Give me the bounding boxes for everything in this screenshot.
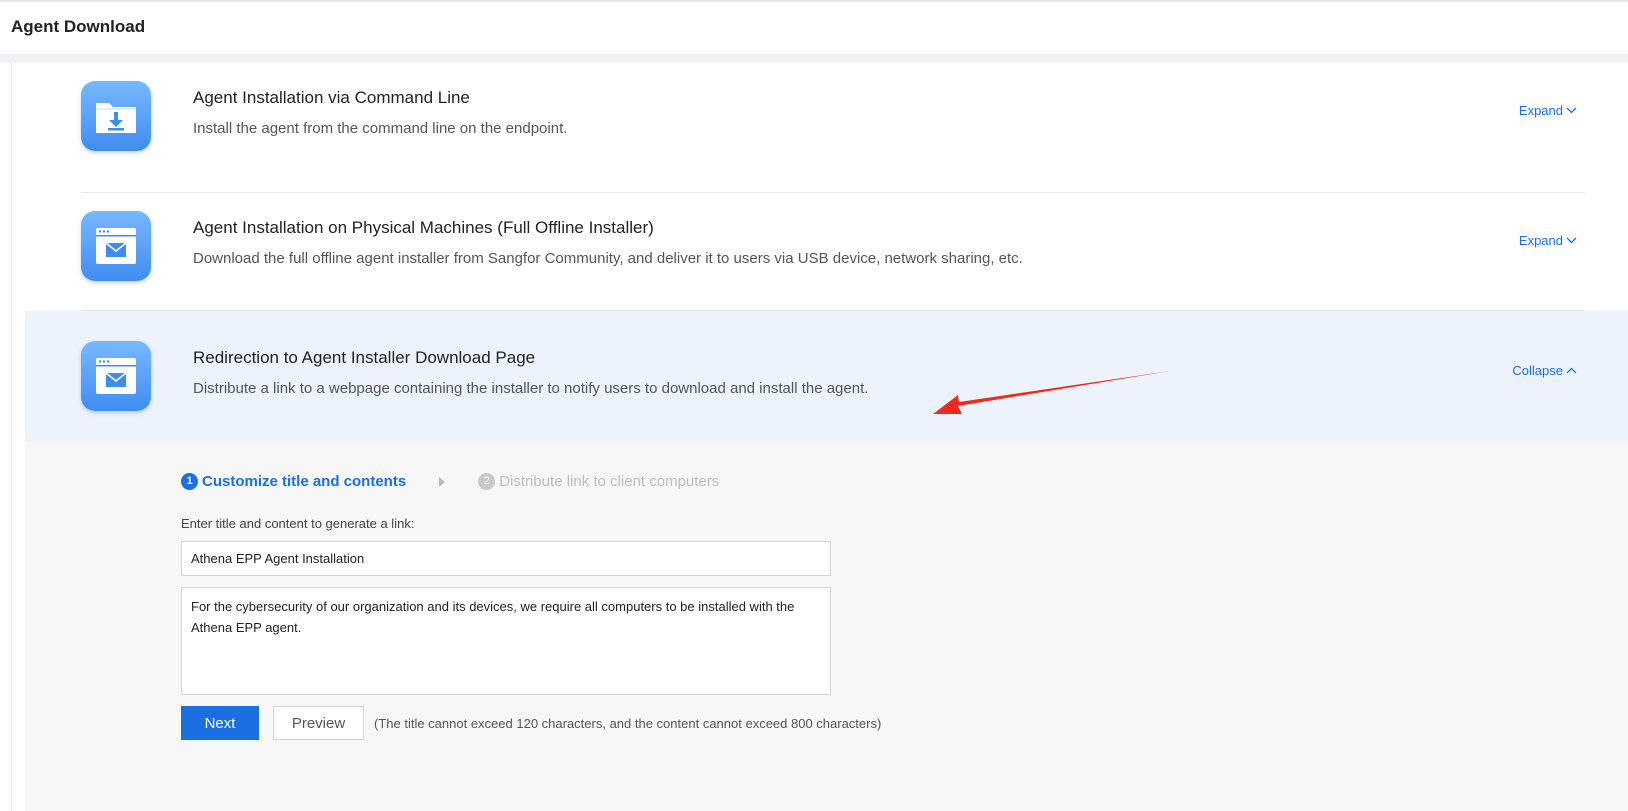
card-title: Agent Installation via Command Line <box>193 88 470 107</box>
browser-mail-icon <box>81 211 151 281</box>
wizard-steps: 1 Customize title and contents 2 Distrib… <box>181 473 719 490</box>
redirection-wizard: 1 Customize title and contents 2 Distrib… <box>25 441 1628 811</box>
chevron-down-icon <box>1566 237 1577 244</box>
step-number: 2 <box>478 473 496 490</box>
card-command-line: Agent Installation via Command Line Inst… <box>25 63 1628 193</box>
card-offline-installer: Agent Installation on Physical Machines … <box>25 181 1628 311</box>
chevron-right-icon <box>439 476 446 487</box>
card-description: Install the agent from the command line … <box>193 120 568 137</box>
header-gutter <box>0 54 1628 63</box>
title-input[interactable] <box>181 541 831 576</box>
chevron-down-icon <box>1566 107 1577 114</box>
content-textarea[interactable]: For the cybersecurity of our organizatio… <box>181 587 831 695</box>
expand-link[interactable]: Expand <box>1519 103 1577 118</box>
step-distribute: 2 Distribute link to client computers <box>478 473 719 490</box>
step-label: Customize title and contents <box>202 473 407 490</box>
expand-label: Expand <box>1518 233 1563 248</box>
browser-mail-icon <box>81 341 151 411</box>
card-description: Distribute a link to a webpage containin… <box>193 380 869 397</box>
card-title: Agent Installation on Physical Machines … <box>193 218 654 237</box>
form-label: Enter title and content to generate a li… <box>181 516 415 531</box>
preview-button[interactable]: Preview <box>273 706 364 740</box>
card-description: Download the full offline agent installe… <box>193 250 1023 267</box>
step-customize[interactable]: 1 Customize title and contents <box>181 473 406 490</box>
step-number: 1 <box>181 473 198 490</box>
card-redirection: Redirection to Agent Installer Download … <box>25 311 1628 441</box>
length-hint: (The title cannot exceed 120 characters,… <box>374 716 882 731</box>
step-label: Distribute link to client computers <box>499 473 720 490</box>
expand-label: Expand <box>1518 103 1563 118</box>
chevron-up-icon <box>1566 367 1577 374</box>
folder-download-icon <box>81 81 151 151</box>
agent-download-page: Agent Download Agent Installation via Co… <box>0 0 1628 811</box>
expand-link[interactable]: Expand <box>1519 233 1577 248</box>
card-title: Redirection to Agent Installer Download … <box>193 348 536 367</box>
page-title: Agent Download <box>11 17 146 36</box>
collapse-link[interactable]: Collapse <box>1512 363 1577 378</box>
collapse-label: Collapse <box>1512 363 1563 378</box>
content-panel: Agent Installation via Command Line Inst… <box>11 63 1628 811</box>
next-button[interactable]: Next <box>181 706 259 740</box>
top-border <box>0 0 1628 2</box>
